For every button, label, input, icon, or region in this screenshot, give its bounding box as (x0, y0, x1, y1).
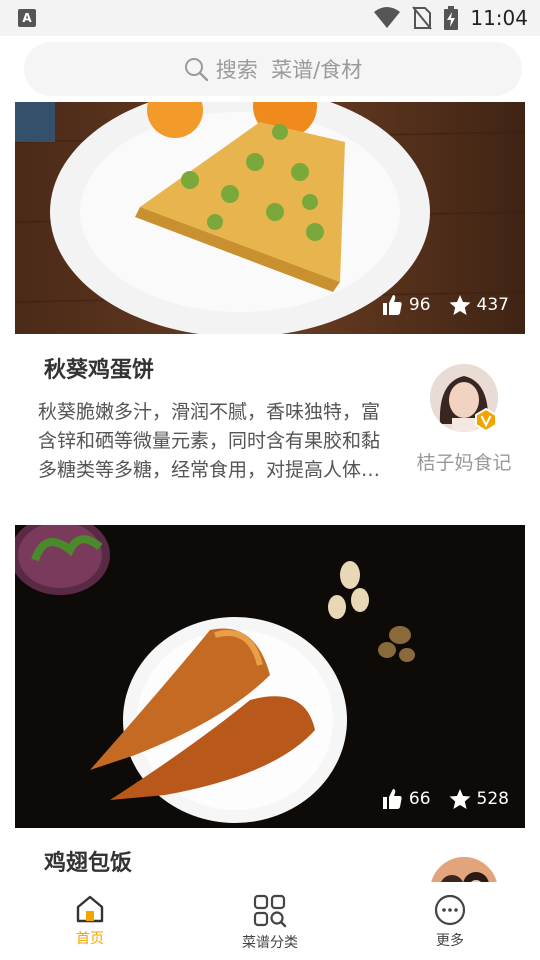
favorite-count: 528 (476, 789, 509, 809)
favorite-count: 437 (476, 295, 509, 315)
nav-item-category[interactable]: 菜谱分类 (180, 882, 360, 960)
search-icon (184, 58, 208, 81)
search-bar[interactable]: 搜索 菜谱/食材 (24, 42, 522, 96)
recipe-card[interactable]: 66 528 鸡翅包饭 (0, 525, 540, 882)
like-count: 96 (408, 295, 431, 315)
recipe-title[interactable]: 秋葵鸡蛋饼 (44, 352, 154, 384)
star-icon[interactable] (449, 788, 471, 810)
bottom-nav: 首页 菜谱分类 更多 (0, 882, 540, 960)
recipe-image[interactable]: 96 437 (15, 102, 525, 334)
star-icon[interactable] (449, 294, 471, 316)
recipe-title[interactable]: 鸡翅包饭 (44, 845, 132, 877)
like-icon[interactable] (381, 294, 403, 316)
author-avatar[interactable] (430, 857, 498, 882)
battery-charging-icon (444, 6, 459, 30)
category-search-icon (253, 894, 287, 928)
search-placeholder: 搜索 菜谱/食材 (215, 58, 363, 82)
wifi-icon (374, 7, 401, 28)
recipe-image[interactable]: 66 528 (15, 525, 525, 828)
nav-item-home[interactable]: 首页 (0, 882, 180, 960)
recipe-stats: 96 437 (381, 294, 509, 316)
nav-label: 首页 (76, 931, 104, 947)
nav-item-more[interactable]: 更多 (360, 882, 540, 960)
status-time: 11:04 (470, 6, 528, 30)
like-count: 66 (408, 789, 431, 809)
recipe-card[interactable]: 96 437 秋葵鸡蛋饼 秋葵脆嫩多汁，滑润不腻，香味独特，富含锌和硒等微量元素… (0, 102, 540, 502)
author-name[interactable]: 桔子妈食记 (404, 448, 524, 475)
no-sim-icon (412, 6, 433, 30)
verified-badge-icon (475, 408, 497, 432)
status-icons: 11:04 (374, 6, 528, 30)
recipe-feed[interactable]: 96 437 秋葵鸡蛋饼 秋葵脆嫩多汁，滑润不腻，香味独特，富含锌和硒等微量元素… (0, 102, 540, 882)
recipe-stats: 66 528 (381, 788, 509, 810)
home-icon (76, 895, 104, 923)
recipe-description: 秋葵脆嫩多汁，滑润不腻，香味独特，富含锌和硒等微量元素，同时含有果胶和黏多糖类等… (38, 401, 381, 481)
nav-label: 更多 (436, 933, 464, 949)
more-icon (434, 894, 466, 926)
like-icon[interactable] (381, 788, 403, 810)
status-bar: A 11:04 (0, 0, 540, 36)
app-notification-icon: A (18, 9, 36, 27)
nav-label: 菜谱分类 (242, 935, 298, 951)
